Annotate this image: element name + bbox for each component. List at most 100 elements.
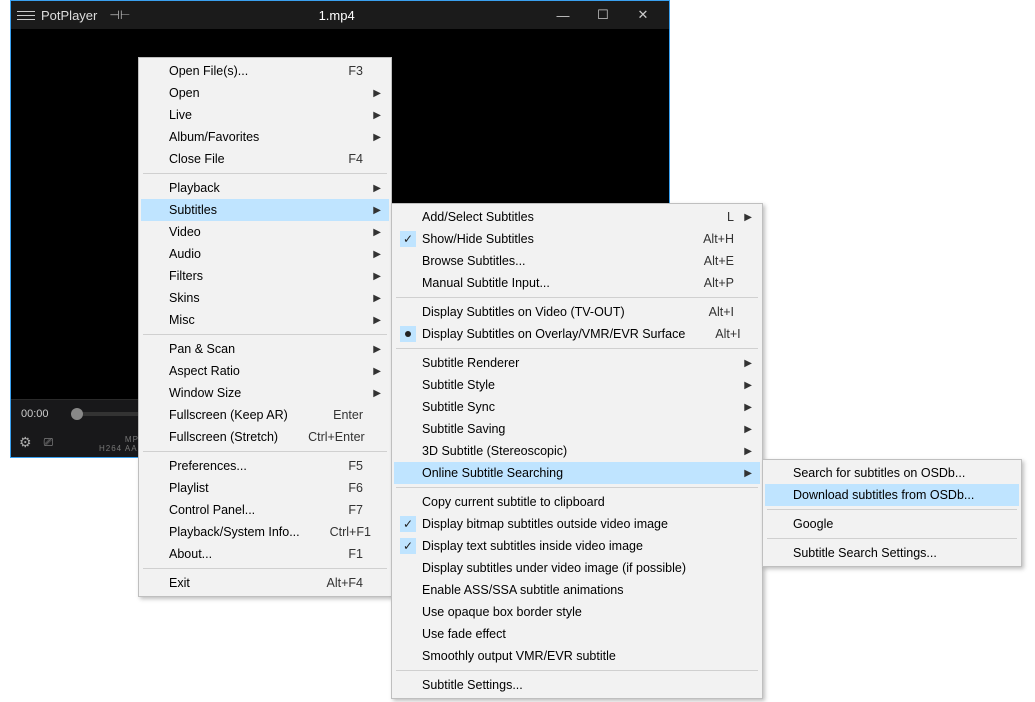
main-item-fullscreen-keep-ar[interactable]: Fullscreen (Keep AR) Enter <box>141 404 389 426</box>
subtitles-item-subtitle-sync[interactable]: Subtitle Sync▶ <box>394 396 760 418</box>
main-item-control-panel[interactable]: Control Panel...F7 <box>141 499 389 521</box>
menu-item-accel: F4 <box>348 152 363 166</box>
chevron-right-icon: ▶ <box>373 205 381 216</box>
chevron-right-icon: ▶ <box>373 366 381 377</box>
menu-item-label: Misc <box>169 313 363 327</box>
main-item-fullscreen-stretch[interactable]: Fullscreen (Stretch)Ctrl+Enter <box>141 426 389 448</box>
menu-item-label: Display bitmap subtitles outside video i… <box>422 517 734 531</box>
menu-item-label: Display text subtitles inside video imag… <box>422 539 734 553</box>
subtitles-item-use-opaque-box-border-style[interactable]: Use opaque box border style <box>394 601 760 623</box>
main-item-audio[interactable]: Audio▶ <box>141 243 389 265</box>
minimize-button[interactable]: — <box>543 8 583 23</box>
subtitles-item-subtitle-renderer[interactable]: Subtitle Renderer▶ <box>394 352 760 374</box>
menu-item-label: Live <box>169 108 363 122</box>
menu-item-label: Subtitle Search Settings... <box>793 546 993 560</box>
settings-icon[interactable]: ⚙ <box>19 434 32 451</box>
chevron-right-icon: ▶ <box>744 380 752 391</box>
subtitles-item-copy-current-subtitle-to-clipboard[interactable]: Copy current subtitle to clipboard <box>394 491 760 513</box>
close-button[interactable]: ✕ <box>623 7 663 23</box>
main-item-aspect-ratio[interactable]: Aspect Ratio▶ <box>141 360 389 382</box>
main-item-window-size[interactable]: Window Size▶ <box>141 382 389 404</box>
menu-item-label: Copy current subtitle to clipboard <box>422 495 734 509</box>
menu-item-label: Download subtitles from OSDb... <box>793 488 993 502</box>
subtitles-item-3d-subtitle-stereoscopic[interactable]: 3D Subtitle (Stereoscopic)▶ <box>394 440 760 462</box>
main-item-album-favorites[interactable]: Album/Favorites▶ <box>141 126 389 148</box>
menu-item-accel: Enter <box>333 408 363 422</box>
file-name: 1.mp4 <box>130 8 543 23</box>
chevron-right-icon: ▶ <box>744 468 752 479</box>
hamburger-icon[interactable] <box>17 11 35 20</box>
subtitles-item-display-text-subtitles-inside-video-image[interactable]: Display text subtitles inside video imag… <box>394 535 760 557</box>
menu-item-accel: F5 <box>348 459 363 473</box>
subtitles-item-display-subtitles-on-video-tv-out[interactable]: Display Subtitles on Video (TV-OUT) Alt+I <box>394 301 760 323</box>
main-item-close-file[interactable]: Close File F4 <box>141 148 389 170</box>
menu-item-label: Playlist <box>169 481 318 495</box>
subtitles-item-add-select-subtitles[interactable]: Add/Select SubtitlesL▶ <box>394 206 760 228</box>
online-item-search-for-subtitles-on-osdb[interactable]: Search for subtitles on OSDb... <box>765 462 1019 484</box>
menu-item-label: Open File(s)... <box>169 64 318 78</box>
titlebar[interactable]: PotPlayer ⊣⊢ 1.mp4 — ☐ ✕ <box>11 1 669 29</box>
menu-item-accel: Ctrl+F1 <box>330 525 371 539</box>
main-item-filters[interactable]: Filters▶ <box>141 265 389 287</box>
subtitles-item-online-subtitle-searching[interactable]: Online Subtitle Searching▶ <box>394 462 760 484</box>
menu-item-label: Search for subtitles on OSDb... <box>793 466 993 480</box>
online-item-subtitle-search-settings[interactable]: Subtitle Search Settings... <box>765 542 1019 564</box>
main-item-preferences[interactable]: Preferences...F5 <box>141 455 389 477</box>
chevron-right-icon: ▶ <box>373 271 381 282</box>
subtitles-item-display-bitmap-subtitles-outside-video-image[interactable]: Display bitmap subtitles outside video i… <box>394 513 760 535</box>
subtitles-item-manual-subtitle-input[interactable]: Manual Subtitle Input...Alt+P <box>394 272 760 294</box>
menu-item-label: Video <box>169 225 363 239</box>
maximize-button[interactable]: ☐ <box>583 7 623 23</box>
chevron-right-icon: ▶ <box>373 315 381 326</box>
main-item-skins[interactable]: Skins▶ <box>141 287 389 309</box>
menu-item-label: Add/Select Subtitles <box>422 210 697 224</box>
menu-item-accel: Alt+I <box>709 305 734 319</box>
check-icon <box>400 538 416 554</box>
app-name: PotPlayer <box>41 8 97 23</box>
chevron-right-icon: ▶ <box>373 88 381 99</box>
menu-item-accel: Alt+E <box>704 254 734 268</box>
main-item-playback-system-info[interactable]: Playback/System Info...Ctrl+F1 <box>141 521 389 543</box>
seek-thumb[interactable] <box>71 408 83 420</box>
chevron-right-icon: ▶ <box>744 358 752 369</box>
menu-item-label: Subtitles <box>169 203 363 217</box>
chevron-right-icon: ▶ <box>373 110 381 121</box>
subtitles-item-display-subtitles-under-video-image-if-possible[interactable]: Display subtitles under video image (if … <box>394 557 760 579</box>
subtitles-item-display-subtitles-on-overlay-vmr-evr-surface[interactable]: Display Subtitles on Overlay/VMR/EVR Sur… <box>394 323 760 345</box>
menu-item-label: About... <box>169 547 318 561</box>
menu-item-accel: F6 <box>348 481 363 495</box>
menu-item-label: Close File <box>169 152 318 166</box>
main-item-exit[interactable]: ExitAlt+F4 <box>141 572 389 594</box>
main-item-video[interactable]: Video▶ <box>141 221 389 243</box>
main-item-pan-scan[interactable]: Pan & Scan▶ <box>141 338 389 360</box>
equalizer-icon[interactable]: ⎚ <box>44 435 54 450</box>
pin-icon[interactable]: ⊣⊢ <box>109 8 130 22</box>
subtitles-item-enable-ass-ssa-subtitle-animations[interactable]: Enable ASS/SSA subtitle animations <box>394 579 760 601</box>
check-icon <box>400 231 416 247</box>
subtitles-item-use-fade-effect[interactable]: Use fade effect <box>394 623 760 645</box>
main-item-playlist[interactable]: Playlist F6 <box>141 477 389 499</box>
subtitles-item-subtitle-saving[interactable]: Subtitle Saving▶ <box>394 418 760 440</box>
menu-item-label: Subtitle Saving <box>422 422 734 436</box>
main-item-about[interactable]: About...F1 <box>141 543 389 565</box>
main-item-playback[interactable]: Playback▶ <box>141 177 389 199</box>
menu-item-label: Display Subtitles on Video (TV-OUT) <box>422 305 679 319</box>
online-item-google[interactable]: Google <box>765 513 1019 535</box>
subtitles-item-subtitle-settings[interactable]: Subtitle Settings... <box>394 674 760 696</box>
main-item-open-file-s[interactable]: Open File(s)...F3 <box>141 60 389 82</box>
chevron-right-icon: ▶ <box>373 388 381 399</box>
context-menu-online-subtitle: Search for subtitles on OSDb... Download … <box>762 459 1022 567</box>
menu-item-accel: Alt+P <box>704 276 734 290</box>
chevron-right-icon: ▶ <box>373 293 381 304</box>
main-item-live[interactable]: Live ▶ <box>141 104 389 126</box>
subtitles-item-show-hide-subtitles[interactable]: Show/Hide SubtitlesAlt+H <box>394 228 760 250</box>
subtitles-item-smoothly-output-vmr-evr-subtitle[interactable]: Smoothly output VMR/EVR subtitle <box>394 645 760 667</box>
menu-item-label: 3D Subtitle (Stereoscopic) <box>422 444 734 458</box>
menu-item-label: Fullscreen (Keep AR) <box>169 408 303 422</box>
main-item-open[interactable]: Open▶ <box>141 82 389 104</box>
online-item-download-subtitles-from-osdb[interactable]: Download subtitles from OSDb... <box>765 484 1019 506</box>
main-item-subtitles[interactable]: Subtitles ▶ <box>141 199 389 221</box>
main-item-misc[interactable]: Misc ▶ <box>141 309 389 331</box>
subtitles-item-subtitle-style[interactable]: Subtitle Style▶ <box>394 374 760 396</box>
subtitles-item-browse-subtitles[interactable]: Browse Subtitles...Alt+E <box>394 250 760 272</box>
